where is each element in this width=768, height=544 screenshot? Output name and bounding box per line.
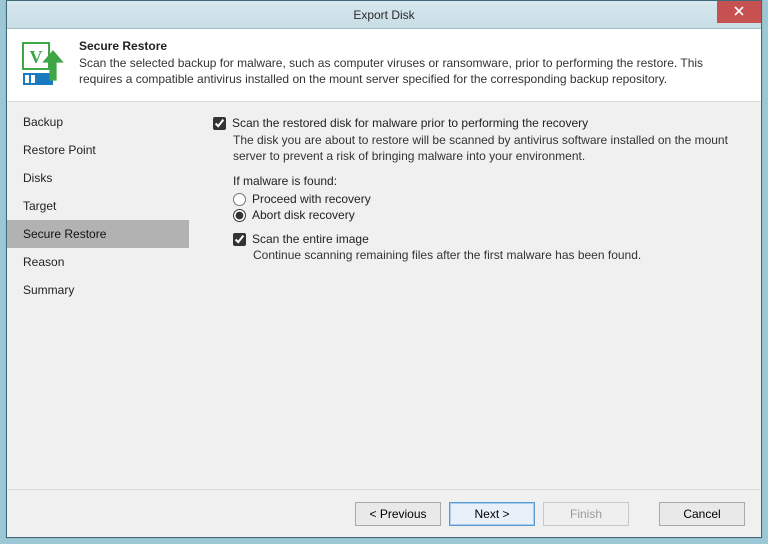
sidebar-item-label: Backup <box>23 115 63 129</box>
sidebar-item-label: Disks <box>23 171 52 185</box>
header-text: Secure Restore Scan the selected backup … <box>79 39 747 89</box>
cancel-button[interactable]: Cancel <box>659 502 745 526</box>
secure-restore-icon: V <box>21 41 69 89</box>
header-title: Secure Restore <box>79 39 747 53</box>
sidebar-item-label: Secure Restore <box>23 227 106 241</box>
scan-entire-description: Continue scanning remaining files after … <box>253 248 741 262</box>
sidebar-item-reason[interactable]: Reason <box>7 248 189 276</box>
sidebar-item-restore-point[interactable]: Restore Point <box>7 136 189 164</box>
scan-enable-description: The disk you are about to restore will b… <box>233 132 741 164</box>
next-button[interactable]: Next > <box>449 502 535 526</box>
window-title: Export Disk <box>7 1 761 29</box>
scan-entire-checkbox[interactable] <box>233 233 246 246</box>
dialog-window: Export Disk V Secure Restore Scan the se… <box>6 0 762 538</box>
sidebar-item-summary[interactable]: Summary <box>7 276 189 304</box>
finish-button[interactable]: Finish <box>543 502 629 526</box>
header-subtitle: Scan the selected backup for malware, su… <box>79 55 747 87</box>
wizard-header: V Secure Restore Scan the selected backu… <box>7 29 761 102</box>
abort-recovery-label: Abort disk recovery <box>252 208 355 222</box>
sidebar-item-label: Restore Point <box>23 143 96 157</box>
svg-text:V: V <box>30 47 43 67</box>
abort-recovery-radio[interactable] <box>233 209 246 222</box>
sidebar-item-label: Summary <box>23 283 74 297</box>
proceed-recovery-radio[interactable] <box>233 193 246 206</box>
close-button[interactable] <box>717 1 761 23</box>
close-icon <box>734 6 744 16</box>
scan-enable-checkbox[interactable] <box>213 117 226 130</box>
sidebar-item-backup[interactable]: Backup <box>7 108 189 136</box>
previous-button[interactable]: < Previous <box>355 502 441 526</box>
wizard-body: Backup Restore Point Disks Target Secure… <box>7 102 761 490</box>
sidebar-item-label: Target <box>23 199 56 213</box>
malware-found-label: If malware is found: <box>233 174 741 188</box>
wizard-content: Scan the restored disk for malware prior… <box>189 102 761 490</box>
scan-entire-label: Scan the entire image <box>252 232 369 246</box>
sidebar-item-secure-restore[interactable]: Secure Restore <box>7 220 189 248</box>
sidebar-item-target[interactable]: Target <box>7 192 189 220</box>
proceed-recovery-label: Proceed with recovery <box>252 192 371 206</box>
sidebar-item-label: Reason <box>23 255 64 269</box>
title-bar: Export Disk <box>7 1 761 29</box>
wizard-footer: < Previous Next > Finish Cancel <box>7 489 761 537</box>
scan-enable-label: Scan the restored disk for malware prior… <box>232 116 588 130</box>
sidebar-item-disks[interactable]: Disks <box>7 164 189 192</box>
wizard-steps-sidebar: Backup Restore Point Disks Target Secure… <box>7 102 189 490</box>
